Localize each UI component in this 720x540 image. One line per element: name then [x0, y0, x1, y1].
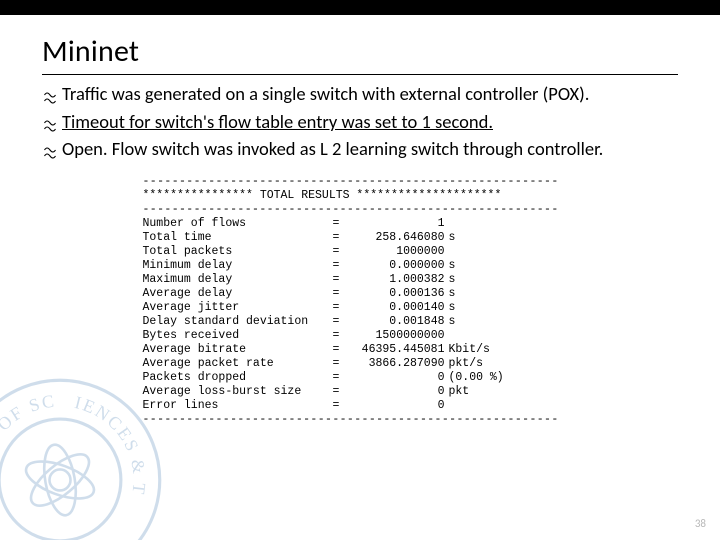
equals-sign: = — [333, 329, 345, 343]
results-divider: ----------------------------------------… — [143, 175, 578, 189]
result-label: Average jitter — [143, 301, 333, 315]
results-header: **************** TOTAL RESULTS *********… — [143, 189, 578, 203]
result-unit: s — [445, 259, 456, 273]
results-row: Total time=258.646080s — [143, 231, 578, 245]
equals-sign: = — [333, 385, 345, 399]
results-row: Maximum delay=1.000382s — [143, 273, 578, 287]
result-unit: pkt/s — [445, 357, 484, 371]
result-value: 0.000140 — [345, 301, 445, 315]
result-value: 0.000136 — [345, 287, 445, 301]
equals-sign: = — [333, 231, 345, 245]
bullet-item: Traffic was generated on a single switch… — [42, 83, 678, 110]
result-label: Maximum delay — [143, 273, 333, 287]
results-row: Error lines=0 — [143, 399, 578, 413]
result-label: Total packets — [143, 245, 333, 259]
results-row: Average delay=0.000136s — [143, 287, 578, 301]
slide: Mininet Traffic was generated on a singl… — [0, 15, 720, 540]
result-value: 0 — [345, 371, 445, 385]
equals-sign: = — [333, 315, 345, 329]
link-icon — [42, 142, 62, 165]
result-value: 258.646080 — [345, 231, 445, 245]
result-label: Number of flows — [143, 217, 333, 231]
result-value: 1 — [345, 217, 445, 231]
results-divider: ----------------------------------------… — [143, 203, 578, 217]
equals-sign: = — [333, 273, 345, 287]
link-icon — [42, 115, 62, 138]
result-label: Average bitrate — [143, 343, 333, 357]
result-unit: pkt — [445, 385, 470, 399]
result-value: 0.000000 — [345, 259, 445, 273]
results-row: Number of flows=1 — [143, 217, 578, 231]
equals-sign: = — [333, 245, 345, 259]
result-unit: s — [445, 231, 456, 245]
result-unit: s — [445, 315, 456, 329]
results-divider: ----------------------------------------… — [143, 413, 578, 427]
result-unit: s — [445, 273, 456, 287]
bullet-text: Timeout for switch's flow table entry wa… — [62, 111, 678, 134]
equals-sign: = — [333, 371, 345, 385]
equals-sign: = — [333, 399, 345, 413]
link-icon — [42, 87, 62, 110]
results-row: Minimum delay=0.000000s — [143, 259, 578, 273]
result-label: Delay standard deviation — [143, 315, 333, 329]
result-unit — [445, 217, 449, 231]
results-row: Delay standard deviation=0.001848s — [143, 315, 578, 329]
result-label: Minimum delay — [143, 259, 333, 273]
results-row: Total packets=1000000 — [143, 245, 578, 259]
result-label: Average packet rate — [143, 357, 333, 371]
results-block: ----------------------------------------… — [143, 175, 578, 427]
result-value: 1.000382 — [345, 273, 445, 287]
bullet-text: Traffic was generated on a single switch… — [62, 83, 678, 106]
bullet-item: Timeout for switch's flow table entry wa… — [42, 111, 678, 138]
results-row: Packets dropped=0(0.00 %) — [143, 371, 578, 385]
result-value: 3866.287090 — [345, 357, 445, 371]
result-unit: s — [445, 301, 456, 315]
result-value: 0.001848 — [345, 315, 445, 329]
equals-sign: = — [333, 357, 345, 371]
equals-sign: = — [333, 217, 345, 231]
page-number: 38 — [695, 517, 706, 530]
result-label: Average delay — [143, 287, 333, 301]
result-unit: s — [445, 287, 456, 301]
result-value: 1500000000 — [345, 329, 445, 343]
equals-sign: = — [333, 259, 345, 273]
result-label: Bytes received — [143, 329, 333, 343]
results-row: Average loss-burst size=0pkt — [143, 385, 578, 399]
result-label: Error lines — [143, 399, 333, 413]
bullet-text: Open. Flow switch was invoked as L 2 lea… — [62, 138, 678, 161]
result-value: 0 — [345, 385, 445, 399]
equals-sign: = — [333, 301, 345, 315]
results-row: Average jitter=0.000140s — [143, 301, 578, 315]
result-unit: (0.00 %) — [445, 371, 504, 385]
result-value: 1000000 — [345, 245, 445, 259]
result-unit — [445, 329, 449, 343]
result-value: 46395.445081 — [345, 343, 445, 357]
result-unit: Kbit/s — [445, 343, 490, 357]
result-label: Total time — [143, 231, 333, 245]
equals-sign: = — [333, 287, 345, 301]
results-row: Average bitrate=46395.445081Kbit/s — [143, 343, 578, 357]
results-row: Bytes received=1500000000 — [143, 329, 578, 343]
result-value: 0 — [345, 399, 445, 413]
result-label: Packets dropped — [143, 371, 333, 385]
result-unit — [445, 245, 449, 259]
results-row: Average packet rate=3866.287090pkt/s — [143, 357, 578, 371]
result-unit — [445, 399, 449, 413]
university-seal-logo: TY OF SC IENCES & T — [0, 375, 165, 540]
page-title: Mininet — [0, 15, 720, 74]
equals-sign: = — [333, 343, 345, 357]
bullet-item: Open. Flow switch was invoked as L 2 lea… — [42, 138, 678, 165]
result-label: Average loss-burst size — [143, 385, 333, 399]
